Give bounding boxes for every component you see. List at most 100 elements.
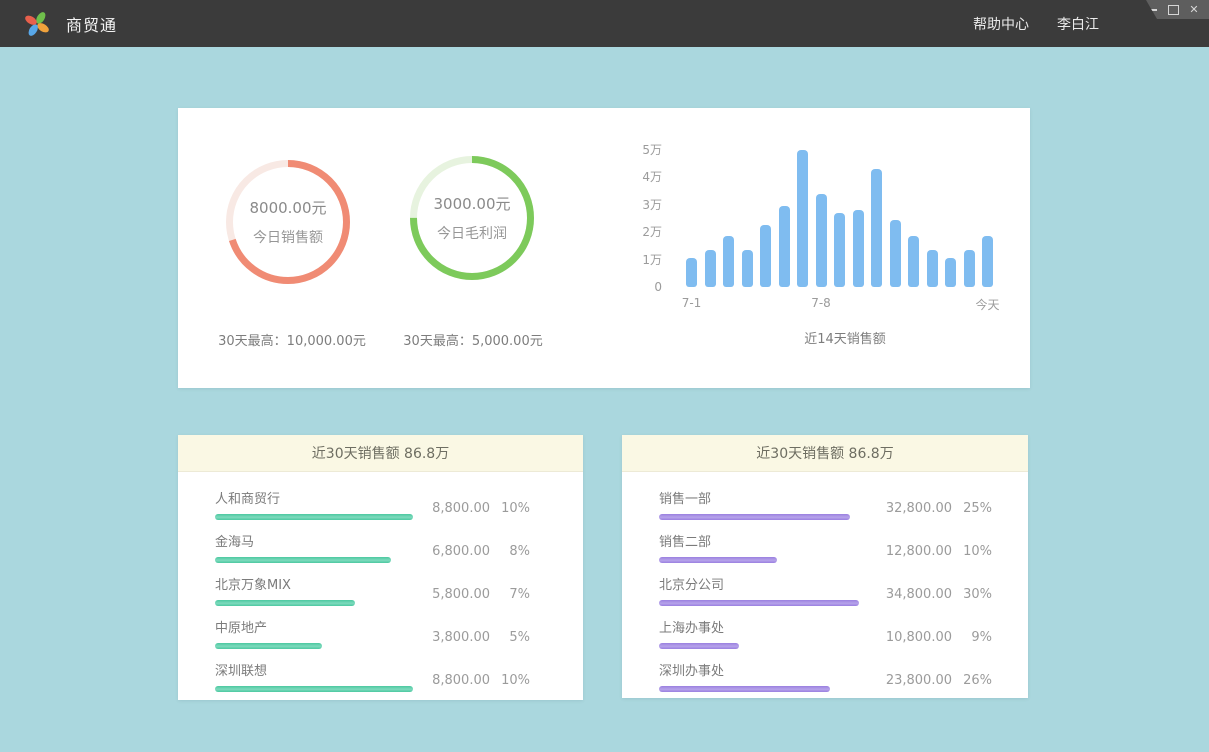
chart-bar (945, 258, 956, 287)
rank-item-percent: 10% (490, 673, 530, 688)
chart-title: 近14天销售额 (804, 328, 886, 347)
chart-bar (705, 250, 716, 287)
rank-item: 人和商贸行8,800.0010% (215, 488, 583, 520)
y-tick-label: 2万 (614, 224, 662, 240)
rank-item-value: 8,800.0010% (432, 673, 530, 688)
rank-item-amount: 3,800.00 (432, 630, 490, 645)
rank-item-percent: 30% (952, 587, 992, 602)
rank-item-percent: 25% (952, 501, 992, 516)
rank-item-value: 6,800.008% (432, 544, 530, 559)
department-rank-header: 近30天销售额 86.8万 (622, 435, 1028, 472)
rank-item-percent: 7% (490, 587, 530, 602)
profit-max-note: 30天最高：5,000.00元 (403, 330, 542, 349)
rank-item-value: 8,800.0010% (432, 501, 530, 516)
rank-item-percent: 9% (952, 630, 992, 645)
rank-item: 销售一部32,800.0025% (659, 488, 1028, 520)
y-tick-label: 1万 (614, 252, 662, 268)
chart-bar (871, 169, 882, 287)
chart-bar (686, 258, 697, 287)
chart-bar (742, 250, 753, 287)
rank-item-bar (215, 686, 413, 692)
chart-bar (982, 236, 993, 287)
rank-item-percent: 10% (952, 544, 992, 559)
rank-item-bar (659, 686, 830, 692)
rank-item: 北京分公司34,800.0030% (659, 574, 1028, 606)
today-sales-label: 今日销售额 (253, 227, 323, 247)
app-logo-icon (22, 9, 52, 39)
rank-item-bar (215, 514, 413, 520)
x-tick-label: 7-1 (682, 296, 702, 310)
chart-bar (816, 194, 827, 287)
rank-item-amount: 23,800.00 (886, 673, 952, 688)
rank-item-value: 10,800.009% (886, 630, 992, 645)
rank-item-value: 32,800.0025% (886, 501, 992, 516)
chart-bar (760, 225, 771, 287)
window-controls: ✕ (1137, 0, 1209, 19)
rank-item-amount: 8,800.00 (432, 501, 490, 516)
customer-rank-list: 人和商贸行8,800.0010% 金海马6,800.008% 北京万象MIX5,80… (178, 472, 583, 692)
chart-bar (853, 210, 864, 287)
rank-item-percent: 26% (952, 673, 992, 688)
chart-bar (908, 236, 919, 287)
today-profit-value: 3000.00元 (433, 193, 510, 214)
chart-bar (834, 213, 845, 287)
rank-item-amount: 12,800.00 (886, 544, 952, 559)
x-tick-label: 7-8 (811, 296, 831, 310)
overview-card: 8000.00元 今日销售额 30天最高：10,000.00元 3000.00元… (178, 108, 1030, 388)
y-tick-label: 0 (614, 279, 662, 295)
chart-bar (964, 250, 975, 287)
titlebar: 商贸通 帮助中心 李白江 ✕ (0, 0, 1209, 47)
rank-item-bar (659, 557, 777, 563)
rank-item-percent: 5% (490, 630, 530, 645)
today-profit-label: 今日毛利润 (437, 223, 507, 243)
rank-item-amount: 8,800.00 (432, 673, 490, 688)
rank-item-amount: 6,800.00 (432, 544, 490, 559)
rank-item-value: 12,800.0010% (886, 544, 992, 559)
y-tick-label: 3万 (614, 197, 662, 213)
rank-item-amount: 34,800.00 (886, 587, 952, 602)
chart-bar (797, 150, 808, 287)
rank-item: 中原地产3,800.005% (215, 617, 583, 649)
y-tick-label: 5万 (614, 142, 662, 158)
rank-item: 销售二部12,800.0010% (659, 531, 1028, 563)
rank-item-value: 23,800.0026% (886, 673, 992, 688)
rank-item: 北京万象MIX5,800.007% (215, 574, 583, 606)
rank-item: 金海马6,800.008% (215, 531, 583, 563)
x-tick-label: 今天 (975, 296, 999, 313)
rank-item-percent: 10% (490, 501, 530, 516)
rank-item-value: 5,800.007% (432, 587, 530, 602)
y-tick-label: 4万 (614, 169, 662, 185)
sales-max-note: 30天最高：10,000.00元 (218, 330, 366, 349)
sales-bar-chart (686, 150, 1002, 287)
rank-item-amount: 10,800.00 (886, 630, 952, 645)
rank-item-bar (215, 643, 322, 649)
rank-item-bar (659, 600, 859, 606)
today-profit-donut: 3000.00元 今日毛利润 (407, 153, 537, 283)
rank-item-value: 3,800.005% (432, 630, 530, 645)
rank-item-bar (215, 557, 391, 563)
rank-item-amount: 32,800.00 (886, 501, 952, 516)
rank-item-bar (659, 514, 850, 520)
department-rank-card: 近30天销售额 86.8万 销售一部32,800.0025% 销售二部12,800… (622, 435, 1028, 698)
rank-item-bar (659, 643, 739, 649)
chart-bar (779, 206, 790, 287)
username-link[interactable]: 李白江 (1057, 14, 1099, 34)
minimize-icon[interactable] (1146, 4, 1158, 16)
close-icon[interactable]: ✕ (1188, 4, 1200, 16)
customer-rank-header: 近30天销售额 86.8万 (178, 435, 583, 472)
today-sales-donut: 8000.00元 今日销售额 (223, 157, 353, 287)
rank-item: 上海办事处10,800.009% (659, 617, 1028, 649)
rank-item-bar (215, 600, 355, 606)
maximize-icon[interactable] (1167, 4, 1179, 16)
today-sales-value: 8000.00元 (249, 197, 326, 218)
rank-item-percent: 8% (490, 544, 530, 559)
app-title: 商贸通 (66, 12, 117, 36)
rank-item-amount: 5,800.00 (432, 587, 490, 602)
rank-item: 深圳办事处23,800.0026% (659, 660, 1028, 692)
chart-bar (890, 220, 901, 287)
rank-item: 深圳联想8,800.0010% (215, 660, 583, 692)
help-center-link[interactable]: 帮助中心 (973, 14, 1029, 34)
customer-rank-card: 近30天销售额 86.8万 人和商贸行8,800.0010% 金海马6,800.0… (178, 435, 583, 700)
department-rank-list: 销售一部32,800.0025% 销售二部12,800.0010% 北京分公司34,… (622, 472, 1028, 692)
rank-item-value: 34,800.0030% (886, 587, 992, 602)
